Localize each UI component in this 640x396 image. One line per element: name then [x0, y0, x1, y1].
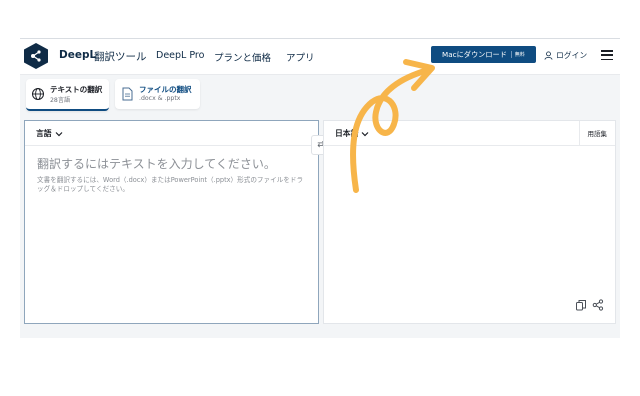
tab-file-translation[interactable]: ファイルの翻訳 .docx & .pptx: [115, 79, 200, 109]
source-language-selector[interactable]: 言語: [36, 128, 63, 139]
globe-icon: [32, 88, 44, 100]
target-text-panel: 日本語 用語集: [323, 120, 616, 324]
source-language-label: 言語: [36, 129, 52, 138]
nav-apps[interactable]: アプリ: [286, 50, 315, 64]
target-language-selector[interactable]: 日本語: [335, 128, 369, 139]
deepl-logo-icon[interactable]: [24, 43, 48, 69]
target-panel-header: 日本語 用語集: [324, 121, 615, 146]
brand-name[interactable]: DeepL: [59, 49, 96, 61]
tab-text-translation[interactable]: テキストの翻訳 28言語: [26, 79, 109, 111]
login-link[interactable]: ログイン: [544, 50, 587, 61]
chevron-down-icon: [361, 131, 369, 136]
top-navigation-bar: DeepL 翻訳ツール DeepL Pro プランと価格 アプリ Macにダウン…: [20, 38, 620, 75]
nav-deepl-pro[interactable]: DeepL Pro: [156, 50, 204, 61]
user-icon: [544, 51, 553, 60]
file-drop-hint: 文書を翻訳するには、Word（.docx）またはPowerPoint（.pptx…: [37, 176, 304, 193]
document-icon: [122, 87, 133, 101]
chevron-down-icon: [55, 131, 63, 136]
brand-subtitle[interactable]: 翻訳ツール: [94, 49, 147, 64]
app-frame: DeepL 翻訳ツール DeepL Pro プランと価格 アプリ Macにダウン…: [20, 38, 620, 338]
tab-subtitle: 28言語: [50, 97, 71, 104]
login-label: ログイン: [556, 51, 588, 60]
tab-title: ファイルの翻訳: [139, 85, 192, 94]
source-text-input[interactable]: 翻訳するにはテキストを入力してください。: [37, 155, 276, 172]
download-label: Macにダウンロード: [442, 49, 507, 59]
tab-title: テキストの翻訳: [50, 85, 103, 94]
source-text-panel[interactable]: 言語 翻訳するにはテキストを入力してください。 文書を翻訳するには、Word（.…: [24, 120, 319, 324]
mac-download-button[interactable]: Macにダウンロード 無料: [431, 46, 536, 63]
free-badge: 無料: [510, 51, 525, 58]
target-language-label: 日本語: [335, 129, 359, 138]
nav-plans-pricing[interactable]: プランと価格: [214, 50, 271, 64]
share-icon[interactable]: [592, 299, 604, 311]
hamburger-menu-icon[interactable]: [601, 50, 613, 61]
tab-subtitle: .docx & .pptx: [139, 95, 181, 102]
glossary-button[interactable]: 用語集: [578, 121, 616, 145]
copy-icon[interactable]: [575, 299, 587, 311]
top-border: [20, 38, 620, 39]
source-panel-header: 言語: [25, 121, 318, 146]
